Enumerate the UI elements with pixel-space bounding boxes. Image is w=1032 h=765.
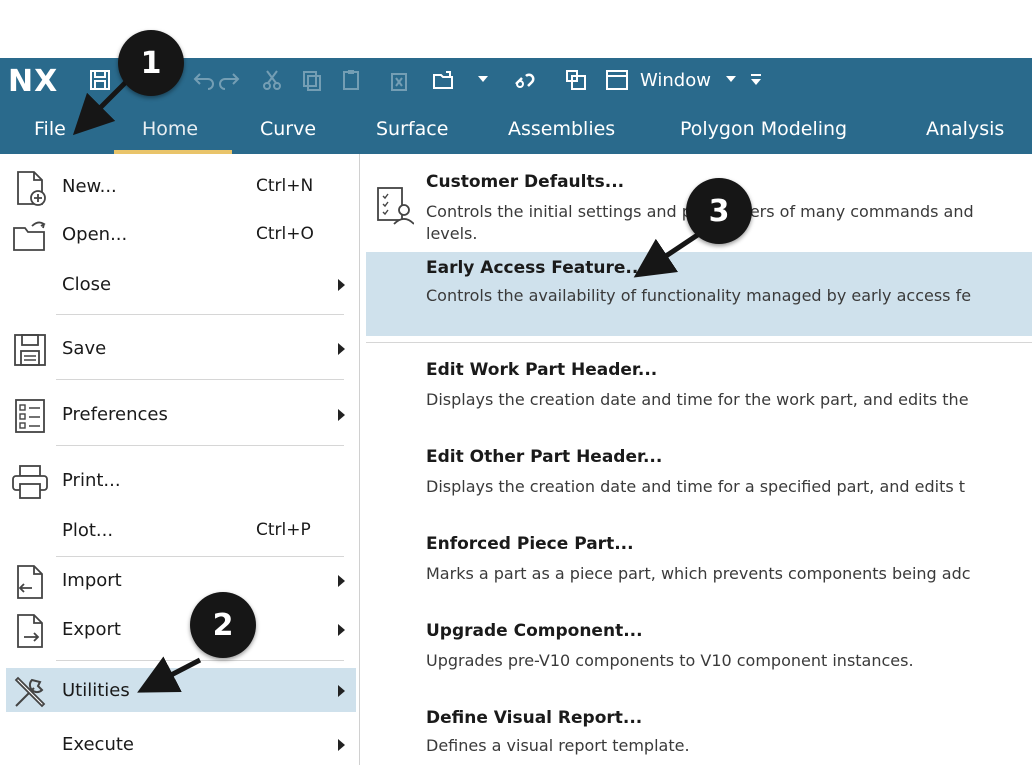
redo-icon[interactable] (215, 66, 243, 94)
window-tile-icon[interactable] (562, 66, 590, 94)
tab-home[interactable]: Home (142, 118, 198, 140)
menu-item-export[interactable]: Export (6, 607, 356, 651)
submenu-arrow-icon (338, 624, 345, 636)
chevron-down-icon[interactable] (726, 76, 736, 82)
submenu-item-early-access-feature[interactable]: Early Access Feature... Controls the ava… (366, 252, 1032, 336)
chevron-down-icon[interactable] (478, 76, 488, 82)
menu-separator (56, 314, 344, 315)
delete-icon[interactable] (385, 66, 413, 94)
submenu-item-description: Defines a visual report template. (426, 736, 690, 755)
customer-defaults-icon (374, 184, 415, 228)
submenu-item-description: levels. (426, 224, 478, 243)
menu-item-preferences[interactable]: Preferences (6, 392, 356, 436)
submenu-item-edit-work-part-header[interactable]: Edit Work Part Header... Displays the cr… (366, 354, 1032, 434)
menu-shortcut: Ctrl+P (256, 520, 311, 540)
menu-item-open[interactable]: Open... Ctrl+O (6, 212, 356, 256)
menu-item-label: Save (62, 338, 107, 359)
menu-item-save[interactable]: Save (6, 326, 356, 370)
menu-item-label: Export (62, 619, 121, 640)
submenu-separator (366, 342, 1032, 343)
callout-badge-1: 1 (118, 30, 184, 96)
submenu-item-title: Early Access Feature... (426, 258, 645, 278)
import-icon (10, 562, 50, 602)
menu-shortcut: Ctrl+O (256, 224, 314, 244)
menu-item-print[interactable]: Print... (6, 458, 356, 502)
copy-icon[interactable] (298, 66, 326, 94)
tools-icon (10, 672, 50, 712)
menu-item-import[interactable]: Import (6, 558, 356, 602)
printer-icon (10, 462, 50, 502)
undo-icon[interactable] (190, 66, 218, 94)
menu-separator (56, 445, 344, 446)
menu-separator (56, 556, 344, 557)
customize-toolbar-icon[interactable] (742, 66, 770, 94)
submenu-item-enforced-piece-part[interactable]: Enforced Piece Part... Marks a part as a… (366, 528, 1032, 608)
tab-surface[interactable]: Surface (376, 118, 448, 140)
tab-analysis[interactable]: Analysis (926, 118, 1004, 140)
tab-file[interactable]: File (34, 118, 66, 140)
menu-item-label: Close (62, 274, 112, 295)
submenu-item-title: Edit Work Part Header... (426, 360, 658, 380)
ribbon-tab-bar: File Home Curve Surface Assemblies Polyg… (0, 102, 1032, 154)
utilities-submenu: Customer Defaults... Controls the initia… (361, 154, 1032, 765)
submenu-item-title: Customer Defaults... (426, 172, 625, 192)
submenu-item-title: Define Visual Report... (426, 708, 643, 728)
submenu-item-description: Controls the availability of functionali… (426, 286, 972, 305)
preferences-list-icon (10, 396, 50, 436)
new-document-icon (10, 168, 50, 208)
tab-curve[interactable]: Curve (260, 118, 316, 140)
export-icon (10, 611, 50, 651)
paste-icon[interactable] (338, 66, 366, 94)
submenu-item-description: Displays the creation date and time for … (426, 390, 969, 409)
menu-item-label: Execute (62, 734, 134, 755)
menu-item-utilities[interactable]: Utilities (6, 668, 356, 712)
submenu-arrow-icon (338, 685, 345, 697)
menu-item-label: Preferences (62, 404, 168, 425)
window-menu[interactable]: Window (640, 70, 711, 91)
menu-item-label: New... (62, 176, 117, 197)
open-folder-icon (10, 216, 50, 256)
app-logo: NX (8, 64, 59, 99)
submenu-item-description: Displays the creation date and time for … (426, 477, 966, 496)
menu-item-label: Utilities (62, 680, 130, 701)
menu-item-close[interactable]: Close (6, 262, 356, 306)
callout-badge-2: 2 (190, 592, 256, 658)
cut-icon[interactable] (258, 66, 286, 94)
menu-separator (56, 660, 344, 661)
menu-shortcut: Ctrl+N (256, 176, 314, 196)
tab-assemblies[interactable]: Assemblies (508, 118, 615, 140)
save-icon[interactable] (86, 66, 114, 94)
callout-badge-3: 3 (686, 178, 752, 244)
menu-item-label: Open... (62, 224, 128, 245)
tab-polygon-modeling[interactable]: Polygon Modeling (680, 118, 847, 140)
menu-separator (56, 379, 344, 380)
submenu-item-upgrade-component[interactable]: Upgrade Component... Upgrades pre-V10 co… (366, 615, 1032, 695)
menu-item-new[interactable]: New... Ctrl+N (6, 164, 356, 208)
menu-item-label: Import (62, 570, 122, 591)
submenu-item-edit-other-part-header[interactable]: Edit Other Part Header... Displays the c… (366, 441, 1032, 521)
submenu-arrow-icon (338, 575, 345, 587)
menu-item-plot[interactable]: Plot... Ctrl+P (6, 508, 356, 552)
submenu-item-title: Upgrade Component... (426, 621, 643, 641)
submenu-item-title: Enforced Piece Part... (426, 534, 634, 554)
submenu-arrow-icon (338, 343, 345, 355)
menu-item-execute[interactable]: Execute (6, 722, 356, 765)
submenu-arrow-icon (338, 409, 345, 421)
link-icon[interactable] (510, 66, 538, 94)
submenu-arrow-icon (338, 739, 345, 751)
submenu-item-description: Marks a part as a piece part, which prev… (426, 564, 971, 583)
submenu-arrow-icon (338, 279, 345, 291)
save-icon (10, 330, 50, 370)
submenu-item-define-visual-report[interactable]: Define Visual Report... Defines a visual… (366, 702, 1032, 762)
file-menu: New... Ctrl+N Open... Ctrl+O Close Save … (0, 154, 360, 765)
submenu-item-title: Edit Other Part Header... (426, 447, 663, 467)
open-folder-icon[interactable] (430, 66, 458, 94)
menu-item-label: Print... (62, 470, 121, 491)
submenu-item-description: Upgrades pre-V10 components to V10 compo… (426, 651, 914, 670)
window-icon[interactable] (603, 66, 631, 94)
menu-item-label: Plot... (62, 520, 114, 541)
